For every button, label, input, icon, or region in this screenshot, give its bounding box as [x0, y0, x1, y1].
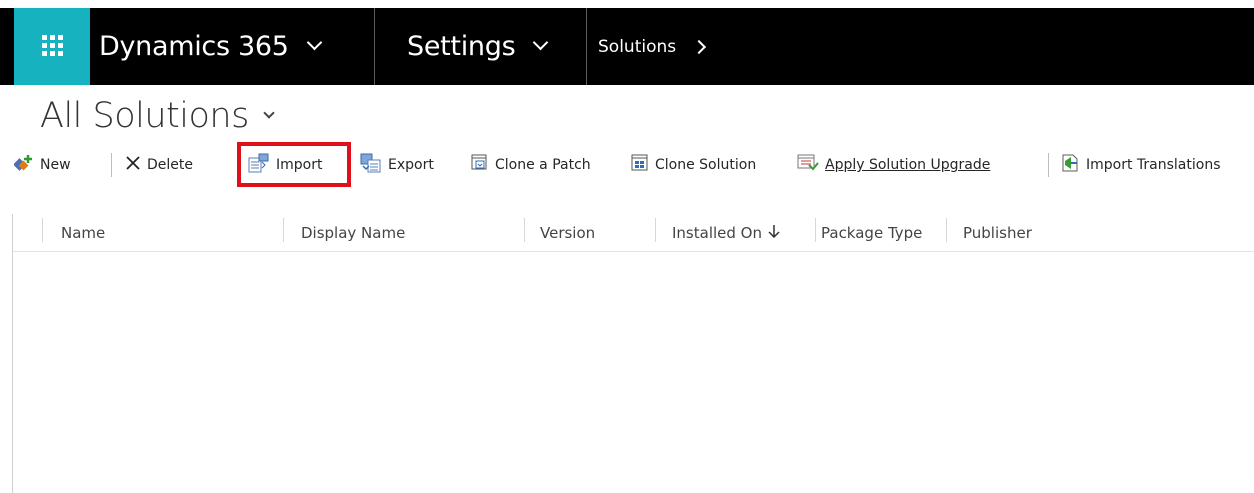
export-icon — [360, 153, 382, 177]
new-button[interactable]: New — [13, 150, 71, 180]
column-divider — [524, 218, 525, 242]
column-label: Package Type — [821, 223, 923, 242]
column-label: Version — [540, 223, 596, 242]
area-switcher[interactable]: Settings — [374, 8, 587, 85]
upgrade-icon — [797, 153, 819, 177]
translations-icon — [1060, 153, 1080, 177]
column-header-publisher[interactable]: Publisher — [963, 214, 1032, 251]
chevron-right-icon — [692, 39, 707, 54]
apply-upgrade-label: Apply Solution Upgrade — [825, 157, 991, 173]
delete-label: Delete — [147, 157, 193, 173]
clone-patch-label: Clone a Patch — [495, 157, 591, 173]
clone-patch-icon — [471, 154, 489, 176]
delete-button[interactable]: Delete — [125, 150, 193, 180]
clone-patch-button[interactable]: Clone a Patch — [471, 150, 591, 180]
clone-solution-button[interactable]: Clone Solution — [631, 150, 756, 180]
column-header-installed-on[interactable]: Installed On — [672, 214, 780, 251]
new-solution-icon — [13, 154, 34, 176]
column-header-version[interactable]: Version — [540, 214, 595, 251]
top-nav-bar: Dynamics 365 Settings Solutions — [0, 8, 1254, 85]
page-title: All Solutions — [40, 96, 249, 136]
clone-solution-label: Clone Solution — [655, 157, 757, 173]
app-title: Dynamics 365 — [99, 31, 289, 62]
column-label: Display Name — [301, 223, 406, 242]
toolbar-divider — [1048, 153, 1049, 177]
new-label: New — [40, 157, 71, 173]
view-selector[interactable]: All Solutions — [40, 92, 275, 140]
grid-body — [13, 252, 1254, 493]
app-switcher[interactable]: Dynamics 365 — [90, 8, 374, 85]
column-header-name[interactable]: Name — [61, 214, 105, 251]
import-button[interactable]: Import — [248, 150, 322, 180]
chevron-down-icon — [263, 107, 275, 119]
export-label: Export — [388, 157, 434, 173]
solutions-grid: Name Display Name Version Installed On P… — [12, 214, 1254, 493]
column-header-package-type[interactable]: Package Type — [821, 214, 922, 251]
column-divider — [946, 218, 947, 242]
import-label: Import — [276, 157, 323, 173]
column-divider — [283, 218, 284, 242]
column-label: Name — [61, 223, 106, 242]
chevron-down-icon — [306, 34, 322, 51]
grid-header: Name Display Name Version Installed On P… — [13, 214, 1254, 252]
column-divider — [42, 218, 43, 242]
column-label: Installed On — [672, 223, 762, 242]
import-translations-label: Import Translations — [1086, 157, 1221, 173]
import-icon — [248, 153, 270, 177]
app-launcher-button[interactable] — [14, 8, 90, 85]
column-label: Publisher — [963, 223, 1032, 242]
sort-descending-icon — [768, 224, 780, 242]
column-header-display-name[interactable]: Display Name — [301, 214, 405, 251]
column-divider — [815, 218, 816, 242]
close-icon — [125, 155, 141, 175]
chevron-down-icon — [533, 34, 549, 51]
export-button[interactable]: Export — [360, 150, 434, 180]
breadcrumb-solutions: Solutions — [598, 36, 677, 57]
toolbar-divider — [111, 153, 112, 177]
breadcrumb[interactable]: Solutions — [586, 8, 787, 85]
clone-solution-icon — [631, 154, 649, 176]
area-title: Settings — [407, 31, 516, 62]
column-divider — [655, 218, 656, 242]
waffle-icon — [42, 35, 63, 56]
import-translations-button[interactable]: Import Translations — [1060, 150, 1221, 180]
apply-solution-upgrade-button[interactable]: Apply Solution Upgrade — [797, 150, 990, 180]
